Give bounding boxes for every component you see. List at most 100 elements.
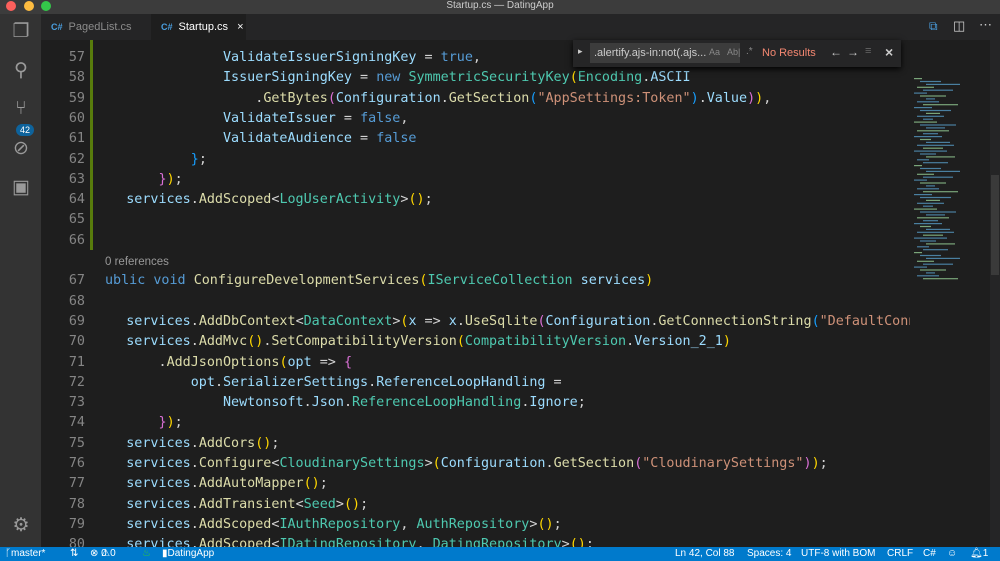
code-line[interactable]: 63 });: [41, 170, 910, 190]
code-line[interactable]: 65: [41, 210, 910, 230]
code-line[interactable]: 67 ublic void ConfigureDevelopmentService…: [41, 271, 910, 291]
previous-match-button[interactable]: ←: [830, 45, 842, 59]
branch-indicator[interactable]: ᚴ master*: [5, 547, 45, 561]
code-line[interactable]: 58 IssuerSigningKey = new SymmetricSecur…: [41, 68, 910, 88]
code-token: UseSqlite: [464, 313, 538, 329]
line-ending[interactable]: CRLF: [887, 547, 913, 561]
code-token: SymmetricSecurityKey: [408, 70, 570, 86]
code-token: .: [190, 435, 199, 451]
toggle-replace-icon[interactable]: ▸: [578, 46, 583, 57]
minimap[interactable]: [910, 40, 990, 547]
scrollbar-thumb[interactable]: [991, 175, 999, 275]
project-indicator[interactable]: ▮ DatingApp: [162, 547, 214, 561]
code-token: >: [561, 537, 570, 547]
code-line[interactable]: 72 opt.SerializerSettings.ReferenceLoopH…: [41, 373, 910, 393]
code-token: CompatibilityVersion: [464, 334, 627, 350]
code-token: IAuthRepository: [279, 516, 401, 532]
minimap-line: [923, 89, 953, 91]
maximize-window-button[interactable]: [41, 1, 51, 11]
minimap-line: [920, 153, 936, 155]
close-find-button[interactable]: ×: [885, 44, 893, 60]
code-line[interactable]: 71 .AddJsonOptions(opt => {: [41, 353, 910, 373]
code-line[interactable]: 66: [41, 231, 910, 251]
minimap-line: [914, 165, 922, 167]
code-line[interactable]: 78 services.AddTransient<Seed>();: [41, 495, 910, 515]
indentation[interactable]: Spaces: 4: [747, 547, 791, 561]
regex-icon[interactable]: .*: [746, 46, 753, 57]
extensions-icon[interactable]: ▣: [9, 176, 33, 200]
feedback-icon[interactable]: ☺: [947, 547, 957, 561]
find-in-selection-icon[interactable]: ≡: [865, 45, 871, 57]
more-actions-icon[interactable]: ⋯: [979, 17, 992, 33]
code-token: .: [190, 192, 199, 208]
code-token: ;: [360, 496, 369, 512]
code-token: (): [537, 516, 554, 532]
code-line[interactable]: 75 services.AddCors();: [41, 434, 910, 454]
code-token: GetSection: [553, 456, 635, 471]
code-token: ,: [400, 516, 417, 532]
code-text: ValidateIssuer = false,: [94, 109, 408, 129]
code-token: .: [94, 354, 167, 370]
vertical-scrollbar[interactable]: [990, 40, 1000, 547]
code-line[interactable]: 61 ValidateAudience = false: [41, 129, 910, 149]
split-editor-icon[interactable]: ◫: [953, 18, 965, 34]
encoding[interactable]: UTF-8 with BOM: [801, 547, 875, 561]
whole-word-icon[interactable]: Ab|: [727, 47, 740, 57]
code-line[interactable]: 73 Newtonsoft.Json.ReferenceLoopHandling…: [41, 393, 910, 413]
code-token: ): [166, 171, 175, 187]
code-token: {: [343, 354, 352, 370]
close-tab-icon[interactable]: ×: [237, 21, 243, 33]
code-line[interactable]: 80 services.AddScoped<IDatingRepository,…: [41, 535, 910, 547]
code-line[interactable]: 79 services.AddScoped<IAuthRepository, A…: [41, 515, 910, 535]
files-icon[interactable]: ❐: [9, 20, 33, 44]
debug-icon[interactable]: ⊘: [9, 137, 33, 161]
codelens-references[interactable]: 0 references: [105, 252, 169, 272]
code-token: .: [190, 313, 199, 329]
code-text: opt.SerializerSettings.ReferenceLoopHand…: [94, 373, 562, 393]
search-icon[interactable]: ⚲: [9, 59, 33, 83]
cursor-position[interactable]: Ln 42, Col 88: [675, 547, 735, 561]
code-line[interactable]: 76 services.Configure<CloudinarySettings…: [41, 454, 910, 474]
minimap-line: [920, 196, 951, 199]
code-token: services: [126, 476, 191, 492]
code-token: (: [432, 456, 441, 471]
sync-icon[interactable]: ⇅: [70, 547, 78, 561]
line-number: 57: [68, 50, 85, 65]
code-line[interactable]: 74 });: [41, 413, 910, 433]
close-window-button[interactable]: [6, 1, 16, 11]
code-token: ConfigureDevelopmentServices: [193, 273, 420, 289]
code-line[interactable]: 69 services.AddDbContext<DataContext>(x …: [41, 312, 910, 332]
tab-startup[interactable]: C# Startup.cs ×: [151, 14, 246, 40]
problems-indicator[interactable]: ⊗ 0 ⚠ 0: [90, 547, 116, 561]
code-line[interactable]: 64 services.AddScoped<LogUserActivity>()…: [41, 190, 910, 210]
open-preview-icon[interactable]: ⧉: [929, 19, 938, 34]
code-line[interactable]: 59 .GetBytes(Configuration.GetSection("A…: [41, 89, 910, 109]
match-case-icon[interactable]: Aa: [709, 47, 720, 57]
code-line[interactable]: 62 };: [41, 150, 910, 170]
code-line[interactable]: 70 services.AddMvc().SetCompatibilityVer…: [41, 332, 910, 352]
notifications-indicator[interactable]: 🔔︎ 1: [970, 547, 988, 561]
minimap-line: [920, 211, 956, 213]
source-control-icon[interactable]: ⑂: [9, 97, 33, 121]
language-mode[interactable]: C#: [923, 547, 936, 561]
tab-pagedlist[interactable]: C# PagedList.cs: [41, 14, 151, 40]
minimap-line: [914, 194, 932, 196]
minimize-window-button[interactable]: [24, 1, 34, 11]
code-editor[interactable]: 57 ValidateIssuerSigningKey = true, 58 Is…: [41, 40, 910, 547]
code-token: IServiceCollection: [427, 273, 573, 289]
minimap-line: [917, 86, 934, 88]
code-line[interactable]: 60 ValidateIssuer = false,: [41, 109, 910, 129]
code-line[interactable]: 77 services.AddAutoMapper();: [41, 474, 910, 494]
gear-icon[interactable]: ⚙: [9, 514, 33, 538]
code-token: x: [408, 313, 417, 329]
next-match-button[interactable]: →: [847, 45, 859, 59]
code-line[interactable]: 68: [41, 292, 910, 312]
code-token: .: [214, 374, 223, 390]
